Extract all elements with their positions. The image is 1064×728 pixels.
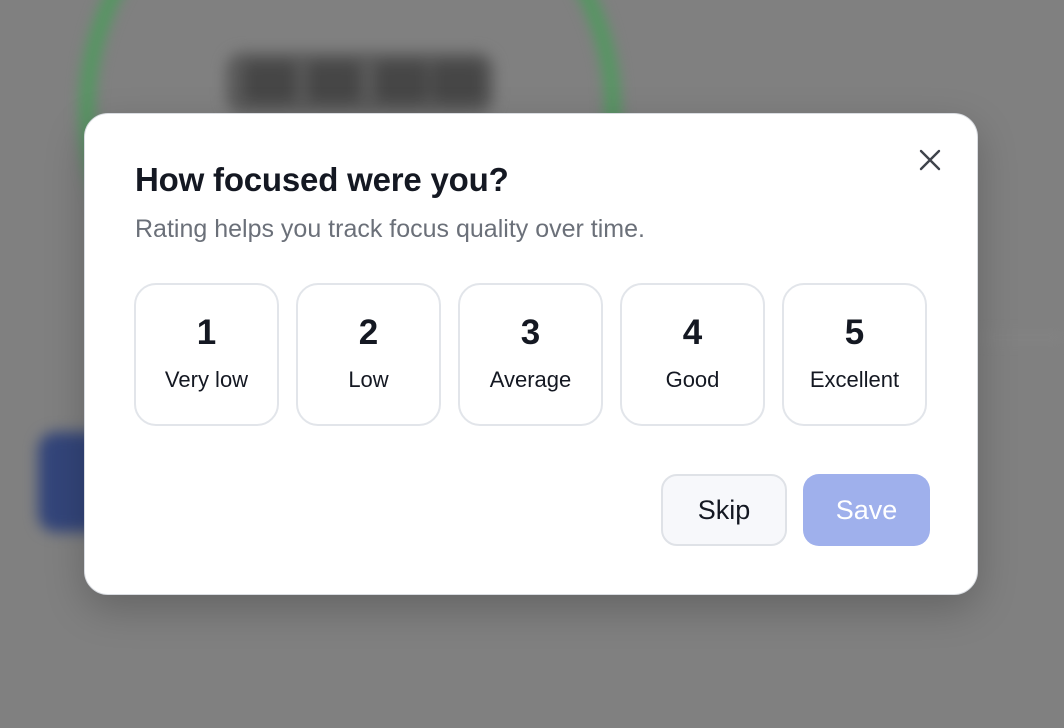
rating-number: 4	[682, 313, 703, 352]
rating-option-2[interactable]: 2 Low	[296, 283, 441, 426]
rating-number: 3	[520, 313, 541, 352]
rating-number: 5	[844, 313, 865, 352]
background-timer	[226, 52, 494, 114]
rating-option-3[interactable]: 3 Average	[458, 283, 603, 426]
dialog-subtitle: Rating helps you track focus quality ove…	[135, 215, 645, 243]
close-icon	[919, 149, 941, 171]
background-divider	[980, 336, 1064, 339]
dialog-title: How focused were you?	[135, 161, 509, 198]
rating-label: Very low	[164, 367, 249, 392]
rating-option-4[interactable]: 4 Good	[620, 283, 765, 426]
rating-label: Low	[348, 367, 389, 392]
rating-number: 2	[358, 313, 379, 352]
rating-label: Excellent	[809, 367, 900, 392]
rating-option-5[interactable]: 5 Excellent	[782, 283, 927, 426]
close-button[interactable]	[916, 146, 944, 174]
save-button[interactable]: Save	[803, 474, 930, 546]
focus-rating-dialog: How focused were you? Rating helps you t…	[84, 113, 978, 595]
rating-option-1[interactable]: 1 Very low	[134, 283, 279, 426]
rating-label: Average	[489, 367, 572, 392]
rating-number: 1	[196, 313, 217, 352]
rating-options: 1 Very low 2 Low 3 Average 4 Good 5 Exce…	[134, 283, 927, 426]
skip-button[interactable]: Skip	[661, 474, 787, 546]
rating-label: Good	[665, 367, 720, 392]
